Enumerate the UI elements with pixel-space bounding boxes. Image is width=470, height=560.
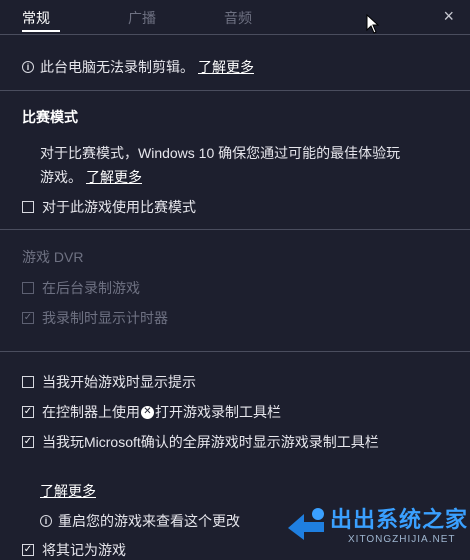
watermark-emblem-icon [288, 508, 324, 540]
divider [0, 90, 470, 91]
divider [0, 229, 470, 230]
info-icon: i [40, 515, 52, 527]
mouse-cursor-icon [366, 14, 380, 34]
record-background-label: 在后台录制游戏 [42, 280, 140, 296]
restart-notice: i 重启您的游戏来查看这个更改 [40, 511, 240, 531]
more-learn-more-link[interactable]: 了解更多 [40, 481, 96, 501]
tab-general[interactable]: 常规 [22, 8, 50, 28]
fullscreen-toolbar-row[interactable]: ✓ 当我玩Microsoft确认的全屏游戏时显示游戏录制工具栏 [22, 432, 379, 452]
tab-bar: 常规 广播 音频 × [0, 0, 470, 34]
show-timer-row[interactable]: ✓ 我录制时显示计时器 [22, 308, 168, 328]
xbox-icon: ✕ [141, 405, 154, 419]
remember-as-game-label: 将其记为游戏 [42, 542, 126, 558]
recording-notice: i 此台电脑无法录制剪辑。 了解更多 [22, 57, 254, 77]
more-learn-more-row: 了解更多 [40, 481, 96, 501]
fullscreen-toolbar-label: 当我玩Microsoft确认的全屏游戏时显示游戏录制工具栏 [42, 434, 379, 450]
controller-open-row[interactable]: ✓ 在控制器上使用 ✕ 打开游戏录制工具栏 [22, 402, 281, 422]
watermark-subtext: XITONGZHIJIA.NET [348, 534, 456, 545]
fullscreen-toolbar-checkbox[interactable]: ✓ [22, 436, 34, 448]
show-tips-label: 当我开始游戏时显示提示 [42, 374, 196, 390]
controller-open-checkbox[interactable]: ✓ [22, 406, 34, 418]
divider [0, 351, 470, 352]
restart-notice-text: 重启您的游戏来查看这个更改 [58, 513, 240, 529]
game-mode-learn-more-link[interactable]: 了解更多 [86, 169, 142, 185]
game-mode-checkbox-label: 对于此游戏使用比赛模式 [42, 199, 196, 215]
tab-audio[interactable]: 音频 [224, 8, 252, 28]
show-tips-checkbox[interactable] [22, 376, 34, 388]
controller-open-label-prefix: 在控制器上使用 [42, 404, 140, 420]
show-timer-checkbox[interactable]: ✓ [22, 312, 34, 324]
remember-as-game-row[interactable]: ✓ 将其记为游戏 [22, 540, 126, 560]
show-timer-label: 我录制时显示计时器 [42, 310, 168, 326]
game-mode-checkbox-row[interactable]: 对于此游戏使用比赛模式 [22, 197, 196, 217]
game-mode-section-title: 比赛模式 [22, 109, 78, 125]
game-mode-checkbox[interactable] [22, 201, 34, 213]
active-tab-indicator [22, 30, 60, 32]
remember-as-game-checkbox[interactable]: ✓ [22, 544, 34, 556]
learn-more-link[interactable]: 了解更多 [198, 57, 254, 77]
tab-broadcast[interactable]: 广播 [128, 8, 156, 28]
close-icon[interactable]: × [443, 6, 454, 27]
info-icon: i [22, 61, 34, 73]
game-mode-description: 对于比赛模式，Windows 10 确保您通过可能的最佳体验玩 游戏。 了解更多 [40, 145, 401, 185]
watermark-text: 出出系统之家 [330, 507, 469, 532]
game-dvr-section-title: 游戏 DVR [22, 249, 84, 265]
controller-open-label-suffix: 打开游戏录制工具栏 [155, 404, 281, 420]
show-tips-row[interactable]: 当我开始游戏时显示提示 [22, 372, 196, 392]
record-background-checkbox[interactable] [22, 282, 34, 294]
watermark-logo: 出出系统之家 XITONGZHIJIA.NET [282, 496, 470, 560]
divider [0, 34, 470, 35]
notice-text: 此台电脑无法录制剪辑。 [40, 59, 194, 75]
record-background-row[interactable]: 在后台录制游戏 [22, 278, 140, 298]
